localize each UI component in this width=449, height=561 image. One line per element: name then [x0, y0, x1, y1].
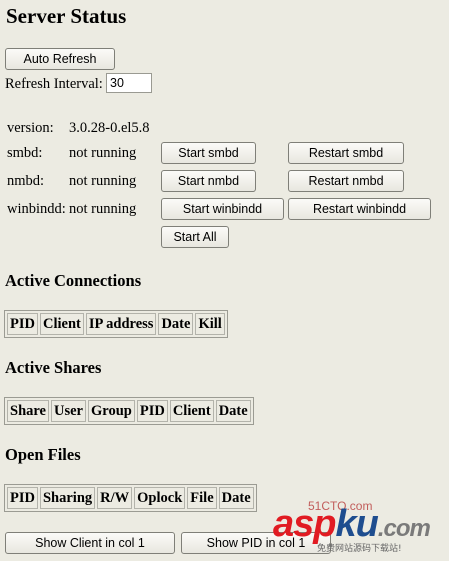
- column-header-oplock[interactable]: Oplock: [134, 487, 186, 509]
- watermark-brand-domain: .com: [377, 515, 431, 542]
- restart-nmbd-button[interactable]: Restart nmbd: [288, 170, 404, 192]
- column-header-rw[interactable]: R/W: [97, 487, 133, 509]
- nmbd-label: nmbd:: [7, 173, 45, 189]
- column-header-share[interactable]: Share: [7, 400, 49, 422]
- watermark-brand-ku: ku: [335, 503, 378, 545]
- column-header-date[interactable]: Date: [158, 313, 194, 335]
- table-header-row: Share User Group PID Client Date: [7, 400, 251, 422]
- column-header-date[interactable]: Date: [215, 400, 251, 422]
- start-nmbd-button[interactable]: Start nmbd: [161, 170, 256, 192]
- column-header-client[interactable]: Client: [169, 400, 214, 422]
- column-header-pid[interactable]: PID: [136, 400, 168, 422]
- table-header-row: PID Sharing R/W Oplock File Date: [7, 487, 254, 509]
- refresh-interval-label: Refresh Interval:: [5, 76, 103, 92]
- column-header-pid[interactable]: PID: [7, 313, 38, 335]
- column-header-kill[interactable]: Kill: [195, 313, 225, 335]
- active-shares-heading: Active Shares: [5, 358, 102, 377]
- column-header-client[interactable]: Client: [39, 313, 84, 335]
- column-header-date[interactable]: Date: [218, 487, 254, 509]
- nmbd-state: not running: [69, 173, 137, 189]
- restart-smbd-button[interactable]: Restart smbd: [288, 142, 404, 164]
- smbd-label: smbd:: [7, 145, 43, 161]
- active-connections-heading: Active Connections: [5, 271, 142, 290]
- watermark-subtitle: 免费网站源码下载站!: [317, 544, 402, 554]
- winbindd-state: not running: [69, 201, 137, 217]
- column-header-user[interactable]: User: [51, 400, 86, 422]
- winbindd-label: winbindd:: [7, 201, 66, 217]
- restart-winbindd-button[interactable]: Restart winbindd: [288, 198, 431, 220]
- show-client-in-col1-button[interactable]: Show Client in col 1: [5, 532, 175, 554]
- start-smbd-button[interactable]: Start smbd: [161, 142, 256, 164]
- open-files-table: PID Sharing R/W Oplock File Date: [4, 484, 257, 512]
- active-shares-table: Share User Group PID Client Date: [4, 397, 254, 425]
- refresh-interval-input[interactable]: 30: [106, 73, 152, 93]
- column-header-file[interactable]: File: [187, 487, 217, 509]
- column-header-sharing[interactable]: Sharing: [39, 487, 96, 509]
- smbd-state: not running: [69, 145, 137, 161]
- active-connections-table: PID Client IP address Date Kill: [4, 310, 228, 338]
- site-watermark: 51CTO.com aspku.com 免费网站源码下载站!: [273, 499, 443, 557]
- version-value: 3.0.28-0.el5.8: [69, 120, 150, 136]
- page-title: Server Status: [6, 4, 127, 28]
- version-label: version:: [7, 120, 54, 136]
- start-all-button[interactable]: Start All: [161, 226, 229, 248]
- column-header-ip-address[interactable]: IP address: [85, 313, 157, 335]
- start-winbindd-button[interactable]: Start winbindd: [161, 198, 284, 220]
- column-header-pid[interactable]: PID: [7, 487, 38, 509]
- auto-refresh-button[interactable]: Auto Refresh: [5, 48, 115, 70]
- open-files-heading: Open Files: [5, 445, 81, 464]
- table-header-row: PID Client IP address Date Kill: [7, 313, 225, 335]
- watermark-brand-asp: asp: [273, 503, 336, 545]
- column-header-group[interactable]: Group: [88, 400, 135, 422]
